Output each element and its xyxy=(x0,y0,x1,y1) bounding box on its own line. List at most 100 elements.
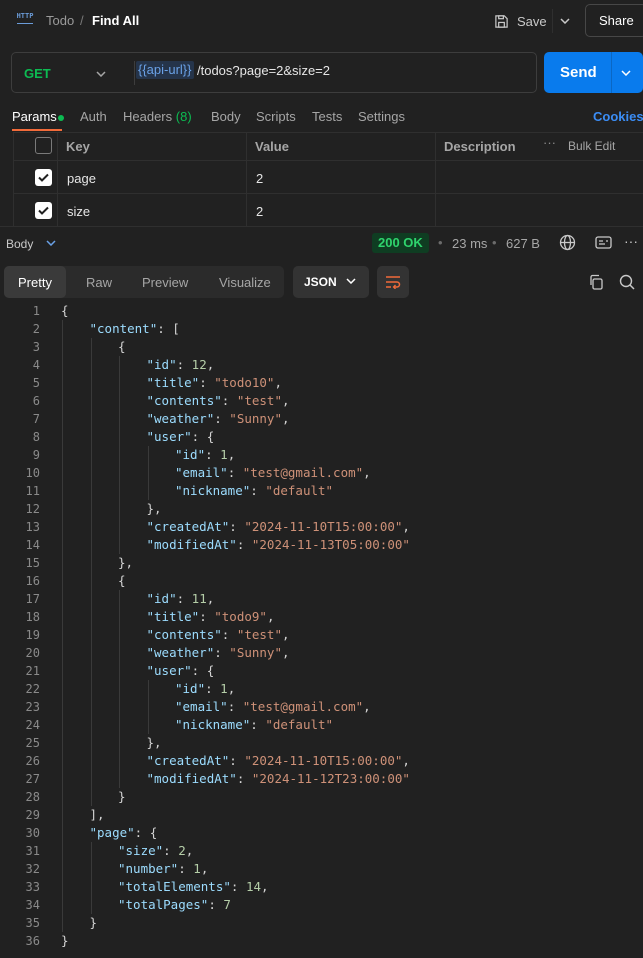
col-divider xyxy=(435,194,436,226)
tab-scripts[interactable]: Scripts xyxy=(256,109,296,124)
code-line: 32 "number": 1, xyxy=(0,860,643,878)
line-number: 36 xyxy=(25,934,40,948)
code-text: "id": 1, xyxy=(175,446,235,464)
share-button[interactable]: Share xyxy=(585,4,643,37)
code-line: 35} xyxy=(0,914,643,932)
url-variable[interactable]: {{api-url}} xyxy=(136,61,194,79)
globe-icon[interactable] xyxy=(559,234,576,251)
save-options-button[interactable] xyxy=(552,9,576,33)
json-punctuation: : xyxy=(230,879,246,894)
method-chevron-down-icon[interactable] xyxy=(96,71,106,77)
json-punctuation: } xyxy=(118,789,126,804)
json-punctuation: , xyxy=(266,609,275,624)
more-options-icon[interactable]: ··· xyxy=(543,135,556,150)
json-number: 1 xyxy=(220,447,228,462)
code-line: 7 "weather": "Sunny", xyxy=(0,410,643,428)
save-button[interactable]: Save xyxy=(494,9,547,33)
response-code-view[interactable]: 1{2 "content": [3{4 "id": 12, 5 "title": "to… xyxy=(0,302,643,958)
select-all-checkbox[interactable] xyxy=(35,137,52,154)
request-title[interactable]: Find All xyxy=(92,13,139,28)
json-punctuation: , xyxy=(200,861,209,876)
code-line: 31 "size": 2, xyxy=(0,842,643,860)
send-button[interactable]: Send xyxy=(544,52,643,93)
method-select[interactable]: GET xyxy=(24,66,51,81)
code-text: "number": 1, xyxy=(118,860,208,878)
chevron-down-icon[interactable] xyxy=(46,240,56,246)
response-body-dropdown[interactable]: Body xyxy=(6,237,33,251)
view-tab-pretty[interactable]: Pretty xyxy=(4,266,66,298)
code-line: 17 "id": 11, xyxy=(0,590,643,608)
param-value[interactable]: 2 xyxy=(256,204,263,219)
json-number: 1 xyxy=(220,681,228,696)
code-line: 27 "modifiedAt": "2024-11-12T23:00:00" xyxy=(0,770,643,788)
json-punctuation: : [ xyxy=(157,321,180,336)
code-text: "modifiedAt": "2024-11-12T23:00:00" xyxy=(147,770,410,788)
code-line: 28} xyxy=(0,788,643,806)
line-number: 35 xyxy=(25,916,40,930)
col-divider xyxy=(246,133,247,160)
response-view-tabs: Pretty Raw Preview Visualize xyxy=(4,266,284,298)
cookies-link[interactable]: Cookies xyxy=(593,109,643,124)
param-checkbox[interactable] xyxy=(35,169,52,186)
breadcrumb-collection[interactable]: Todo xyxy=(46,13,74,28)
json-punctuation: ], xyxy=(89,807,105,822)
meta-separator: • xyxy=(492,235,497,250)
json-punctuation: : xyxy=(163,843,179,858)
code-text: "createdAt": "2024-11-10T15:00:00", xyxy=(147,752,410,770)
code-text: "id": 1, xyxy=(175,680,235,698)
response-time[interactable]: 23 ms xyxy=(452,236,487,251)
line-number: 15 xyxy=(25,556,40,570)
send-options-chevron-icon[interactable] xyxy=(621,70,631,76)
param-checkbox[interactable] xyxy=(35,202,52,219)
line-number: 24 xyxy=(25,718,40,732)
param-value[interactable]: 2 xyxy=(256,171,263,186)
response-size[interactable]: 627 B xyxy=(506,236,540,251)
json-key: "id" xyxy=(146,591,177,606)
json-punctuation: : xyxy=(208,897,224,912)
json-string: "Sunny" xyxy=(229,645,282,660)
code-line: 15}, xyxy=(0,554,643,572)
json-punctuation: : xyxy=(199,375,215,390)
tab-params[interactable]: Params xyxy=(12,109,57,124)
save-response-icon[interactable] xyxy=(595,236,612,249)
wrap-lines-button[interactable] xyxy=(377,266,409,298)
view-tab-visualize[interactable]: Visualize xyxy=(205,266,285,298)
tab-tests[interactable]: Tests xyxy=(312,109,342,124)
json-punctuation: } xyxy=(89,915,98,930)
param-key[interactable]: size xyxy=(67,204,90,219)
code-line: 19 "contents": "test", xyxy=(0,626,643,644)
json-punctuation: , xyxy=(402,519,410,534)
more-options-icon[interactable]: ··· xyxy=(624,233,638,249)
tab-auth[interactable]: Auth xyxy=(80,109,107,124)
column-description-header: Description xyxy=(444,139,516,154)
tab-settings[interactable]: Settings xyxy=(358,109,405,124)
code-line: 5 "title": "todo10", xyxy=(0,374,643,392)
view-tab-preview[interactable]: Preview xyxy=(128,266,202,298)
copy-icon[interactable] xyxy=(588,274,604,290)
search-icon[interactable] xyxy=(619,274,635,290)
indent-guide xyxy=(62,320,63,932)
code-text: "nickname": "default" xyxy=(175,482,333,500)
json-key: "number" xyxy=(118,861,179,876)
json-string: "default" xyxy=(265,717,334,732)
code-text: "title": "todo9", xyxy=(147,608,275,626)
code-line: 24 "nickname": "default" xyxy=(0,716,643,734)
column-key-header: Key xyxy=(66,139,90,154)
tab-headers[interactable]: Headers (8) xyxy=(123,109,192,124)
param-key[interactable]: page xyxy=(67,171,96,186)
json-key: "size" xyxy=(118,843,164,858)
view-tab-raw[interactable]: Raw xyxy=(72,266,126,298)
code-line: 26 "createdAt": "2024-11-10T15:00:00", xyxy=(0,752,643,770)
line-number: 31 xyxy=(25,844,40,858)
code-text: }, xyxy=(147,500,162,518)
headers-count: (8) xyxy=(175,109,192,124)
status-badge[interactable]: 200 OK xyxy=(372,233,429,253)
url-input[interactable]: /todos?page=2&size=2 xyxy=(197,63,330,78)
json-number: 14 xyxy=(245,879,262,894)
json-string: "2024-11-10T15:00:00" xyxy=(244,519,403,534)
tab-body[interactable]: Body xyxy=(211,109,241,124)
line-number: 33 xyxy=(25,880,40,894)
format-select[interactable]: JSON xyxy=(293,266,369,298)
bulk-edit-link[interactable]: Bulk Edit xyxy=(568,139,615,153)
line-number: 26 xyxy=(25,754,40,768)
